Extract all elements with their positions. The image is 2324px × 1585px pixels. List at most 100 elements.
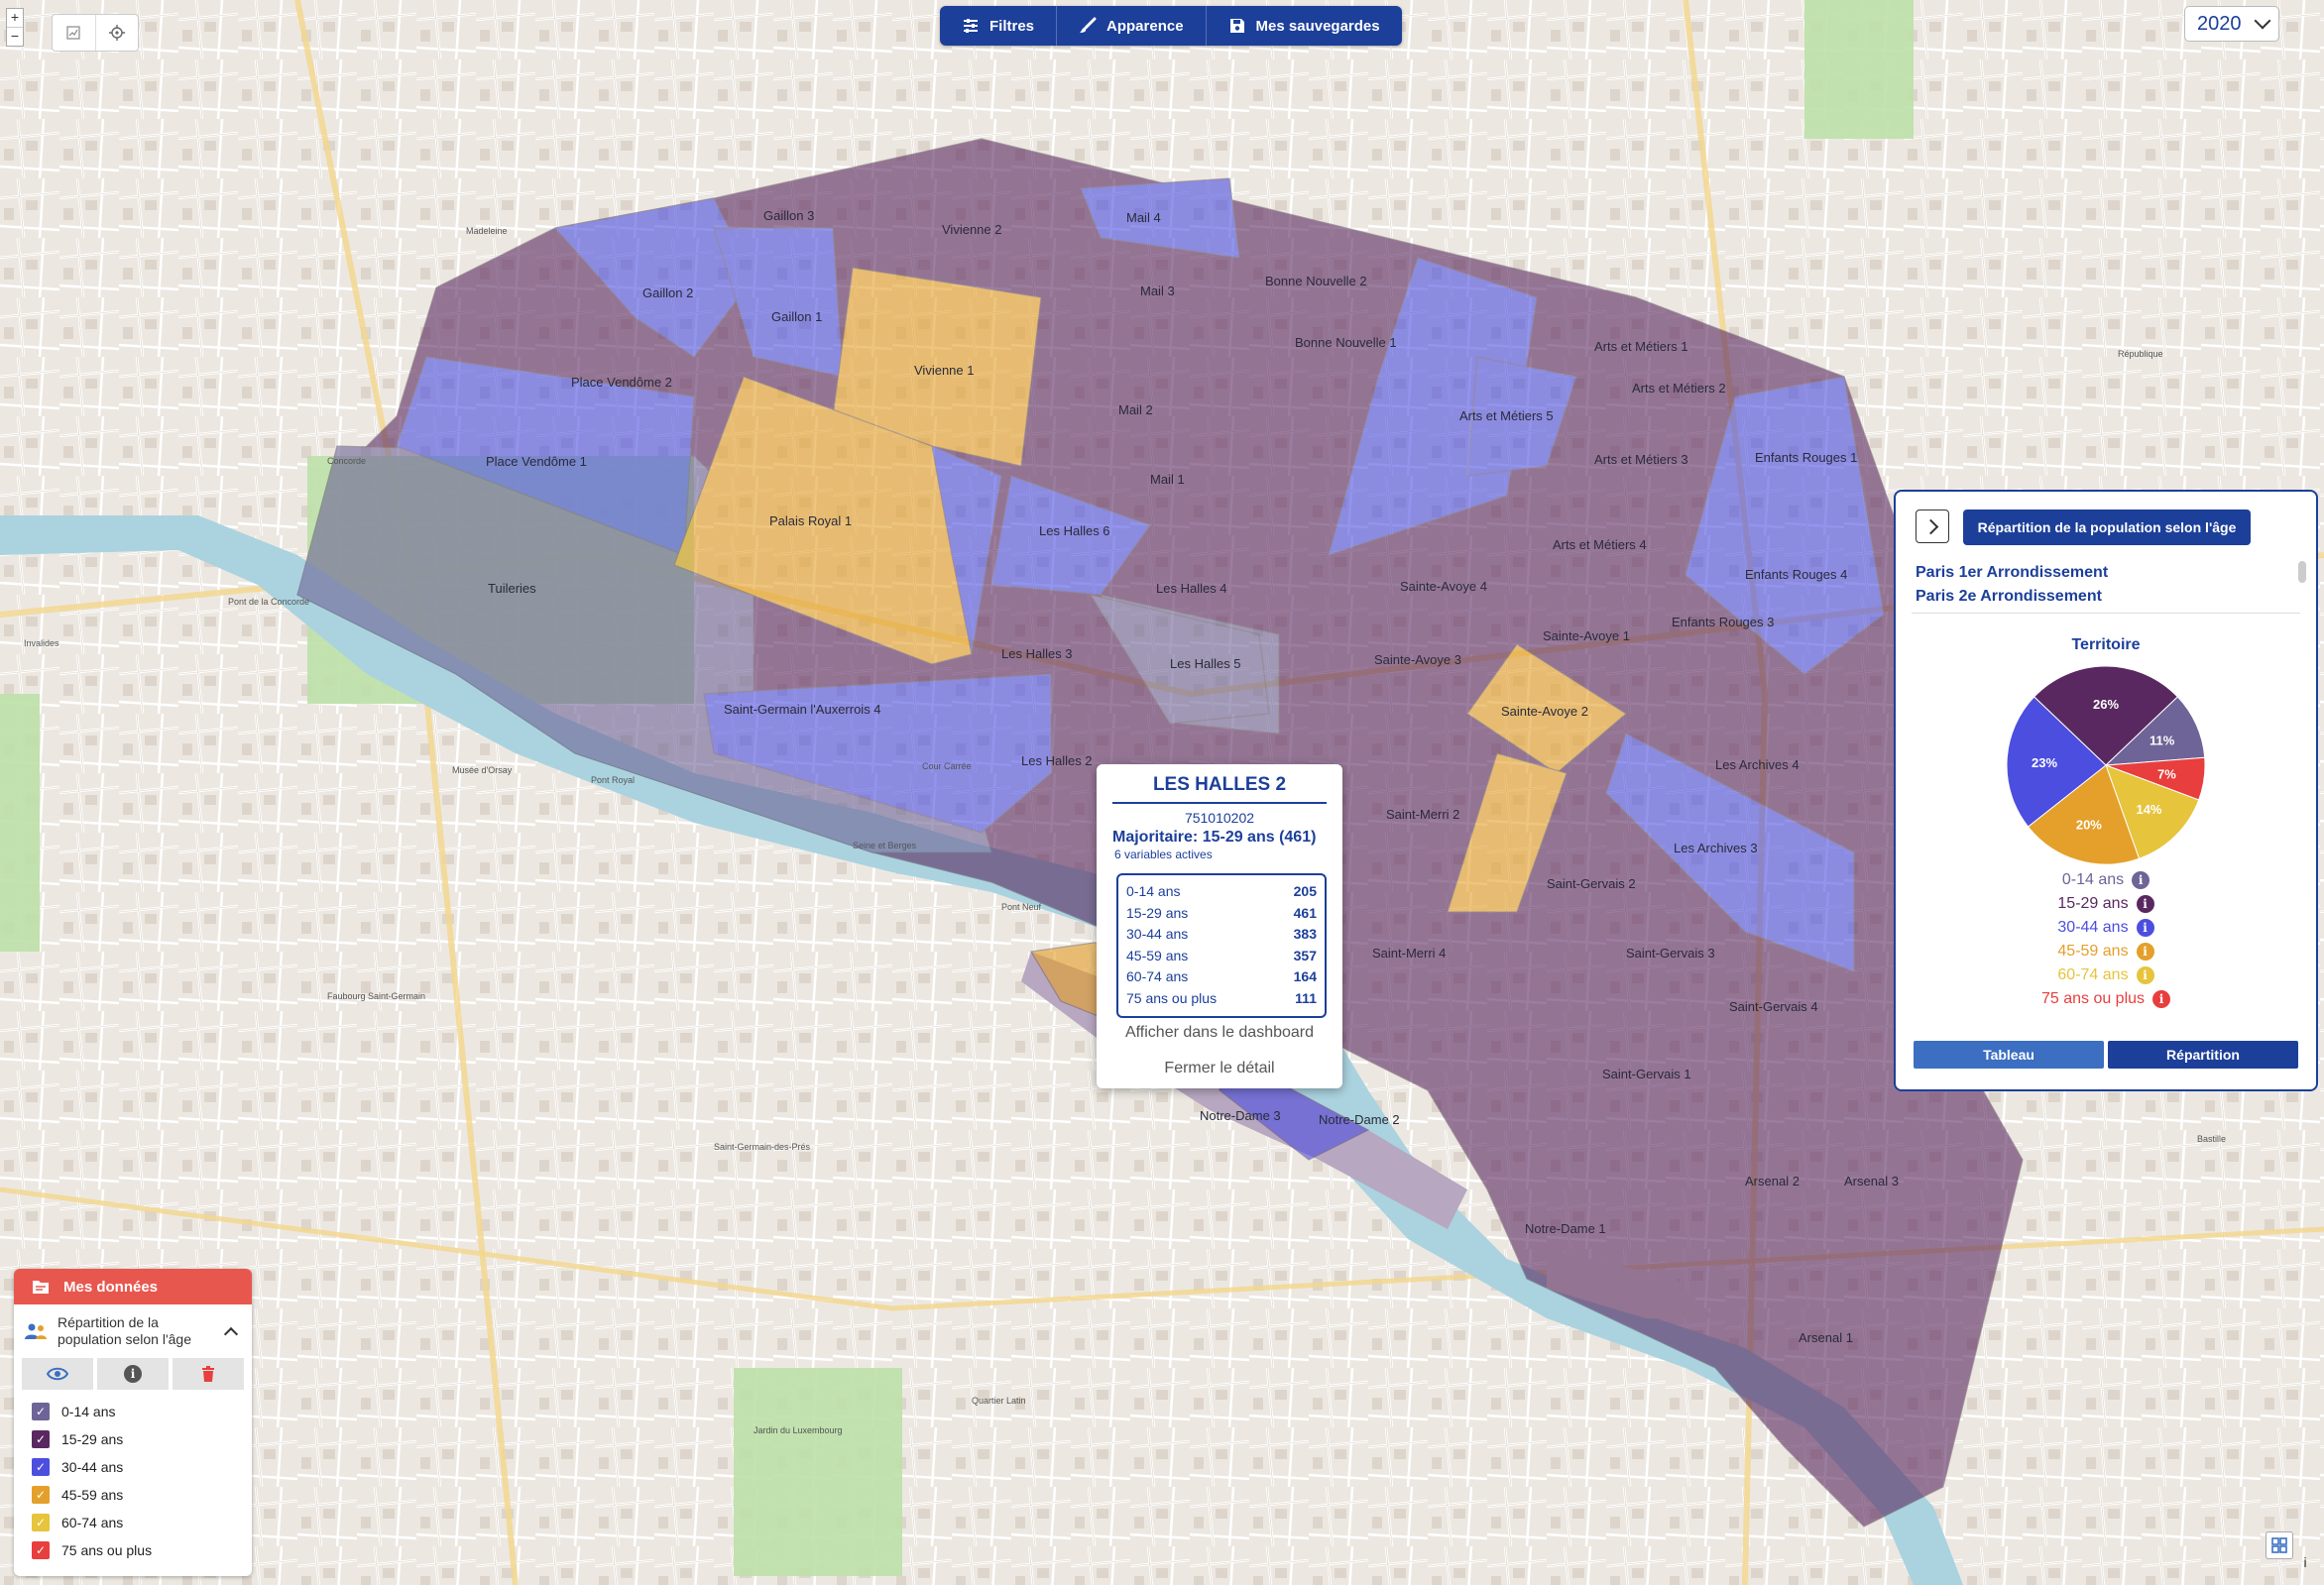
view-tabs: Tableau Répartition xyxy=(1914,1041,2298,1069)
legend-row[interactable]: ✓ 60-74 ans xyxy=(32,1509,252,1536)
eye-icon xyxy=(47,1367,68,1381)
layer-name: Répartition de la population selon l'âge xyxy=(58,1314,192,1347)
attribution-info-icon[interactable]: i xyxy=(2296,1554,2314,1576)
trash-icon xyxy=(202,1366,214,1382)
zone-label: Saint-Gervais 1 xyxy=(1602,1067,1691,1081)
info-icon[interactable]: i xyxy=(2132,871,2150,889)
tab-distribution[interactable]: Répartition xyxy=(2108,1041,2298,1069)
close-detail-link[interactable]: Fermer le détail xyxy=(1097,1060,1342,1077)
info-icon[interactable]: i xyxy=(2152,990,2171,1008)
popup-row-label: 30-44 ans xyxy=(1126,926,1189,943)
locate-button[interactable] xyxy=(96,15,139,51)
layer-info-button[interactable]: i xyxy=(97,1358,169,1390)
popup-divider xyxy=(1112,802,1327,804)
popup-row-label: 0-14 ans xyxy=(1126,883,1181,899)
popup-row: 15-29 ans 461 xyxy=(1126,903,1317,925)
layer-item[interactable]: Répartition de la population selon l'âge xyxy=(14,1304,252,1348)
year-select[interactable]: 2020 xyxy=(2184,6,2279,42)
pie-slice-label: 7% xyxy=(2157,767,2176,782)
street-label: Concorde xyxy=(327,456,366,466)
street-label: Seine et Berges xyxy=(853,841,917,850)
street-label: Pont Neuf xyxy=(1001,902,1042,912)
pie-slice-label: 11% xyxy=(2150,734,2175,748)
info-icon[interactable]: i xyxy=(2136,919,2154,937)
chart-tool-button[interactable] xyxy=(53,15,96,51)
checkbox[interactable]: ✓ xyxy=(32,1403,50,1420)
people-icon xyxy=(25,1323,47,1339)
zone-label: Les Halles 6 xyxy=(1039,523,1110,538)
scrollbar[interactable] xyxy=(2298,561,2306,583)
layer-actions: i xyxy=(22,1358,244,1390)
checkbox[interactable]: ✓ xyxy=(32,1541,50,1559)
top-toolbar: Filtres Apparence Mes sauvegardes xyxy=(940,6,1402,46)
layer-legend: ✓ 0-14 ans ✓ 15-29 ans ✓ 30-44 ans ✓ 45-59 a… xyxy=(14,1398,252,1564)
zone-label: Gaillon 3 xyxy=(763,208,814,223)
legend-row[interactable]: ✓ 0-14 ans xyxy=(32,1398,252,1425)
legend-label: 15-29 ans xyxy=(2057,895,2129,912)
collapse-panel-button[interactable] xyxy=(1916,509,1949,543)
zoom-out-button[interactable]: − xyxy=(7,28,23,46)
zone-label: Saint-Merri 4 xyxy=(1372,946,1446,961)
filters-button[interactable]: Filtres xyxy=(940,6,1058,46)
popup-code: 751010202 xyxy=(1184,810,1255,826)
info-icon: i xyxy=(124,1365,142,1383)
appearance-label: Apparence xyxy=(1106,17,1184,35)
street-label: Madeleine xyxy=(466,226,508,236)
info-icon[interactable]: i xyxy=(2136,943,2154,961)
checkbox[interactable]: ✓ xyxy=(32,1486,50,1504)
legend-label: 15-29 ans xyxy=(61,1431,124,1447)
zoom-in-button[interactable]: + xyxy=(7,9,23,28)
checkbox[interactable]: ✓ xyxy=(32,1514,50,1531)
zone-label: Saint-Merri 2 xyxy=(1386,807,1459,822)
zone-label: Tuileries xyxy=(488,581,536,596)
checkbox[interactable]: ✓ xyxy=(32,1458,50,1476)
legend-label: 75 ans ou plus xyxy=(61,1542,153,1558)
street-label: Pont Royal xyxy=(591,775,635,785)
street-label: Jardin du Luxembourg xyxy=(754,1425,843,1435)
territory-item[interactable]: Paris 2e Arrondissement xyxy=(1916,585,2108,609)
checkbox[interactable]: ✓ xyxy=(32,1430,50,1448)
legend-row[interactable]: ✓ 30-44 ans xyxy=(32,1453,252,1481)
territory-item[interactable]: Paris 1er Arrondissement xyxy=(1916,561,2108,585)
legend-row[interactable]: ✓ 15-29 ans xyxy=(32,1425,252,1453)
zone-label: Enfants Rouges 3 xyxy=(1672,615,1774,629)
zone-label: Les Halles 5 xyxy=(1170,656,1241,671)
my-data-header[interactable]: Mes données xyxy=(14,1269,252,1304)
distribution-panel: Répartition de la population selon l'âge… xyxy=(1894,490,2318,1091)
popup-row-value: 111 xyxy=(1295,989,1317,1006)
legend-row: 45-59 ans i xyxy=(1896,940,2316,963)
popup-row-value: 461 xyxy=(1293,904,1317,921)
appearance-button[interactable]: Apparence xyxy=(1057,6,1207,46)
chevron-up-icon[interactable] xyxy=(223,1326,239,1342)
legend-row: 30-44 ans i xyxy=(1896,916,2316,940)
save-icon xyxy=(1229,19,1244,33)
toggle-visibility-button[interactable] xyxy=(22,1358,93,1390)
zone-label: Enfants Rouges 4 xyxy=(1745,567,1847,582)
legend-row: 75 ans ou plus i xyxy=(1896,987,2316,1011)
info-icon[interactable]: i xyxy=(2136,966,2154,984)
legend-label: 60-74 ans xyxy=(2057,966,2129,983)
legend-label: 45-59 ans xyxy=(61,1487,124,1503)
popup-row: 30-44 ans 383 xyxy=(1126,924,1317,946)
zone-label: Arsenal 3 xyxy=(1844,1174,1899,1189)
street-label: Quartier Latin xyxy=(972,1396,1026,1406)
crosshair-icon xyxy=(108,25,125,41)
show-in-dashboard-link[interactable]: Afficher dans le dashboard xyxy=(1097,1024,1342,1042)
layers-button[interactable] xyxy=(2266,1531,2293,1559)
popup-row-value: 383 xyxy=(1293,926,1317,943)
panel-title: Répartition de la population selon l'âge xyxy=(1963,509,2251,545)
delete-layer-button[interactable] xyxy=(173,1358,244,1390)
tab-table[interactable]: Tableau xyxy=(1914,1041,2104,1069)
legend-row[interactable]: ✓ 45-59 ans xyxy=(32,1481,252,1509)
zone-label: Gaillon 2 xyxy=(642,285,693,300)
legend-label: 30-44 ans xyxy=(61,1459,124,1475)
legend-row[interactable]: ✓ 75 ans ou plus xyxy=(32,1536,252,1564)
popup-row: 0-14 ans 205 xyxy=(1126,881,1317,903)
saves-button[interactable]: Mes sauvegardes xyxy=(1207,6,1402,46)
popup-row-label: 75 ans ou plus xyxy=(1126,989,1218,1006)
info-icon[interactable]: i xyxy=(2136,895,2154,913)
zone-label: Enfants Rouges 1 xyxy=(1755,450,1857,465)
brush-icon xyxy=(1080,17,1097,33)
zone-label: Vivienne 2 xyxy=(942,222,1001,237)
legend-label: 60-74 ans xyxy=(61,1515,124,1530)
